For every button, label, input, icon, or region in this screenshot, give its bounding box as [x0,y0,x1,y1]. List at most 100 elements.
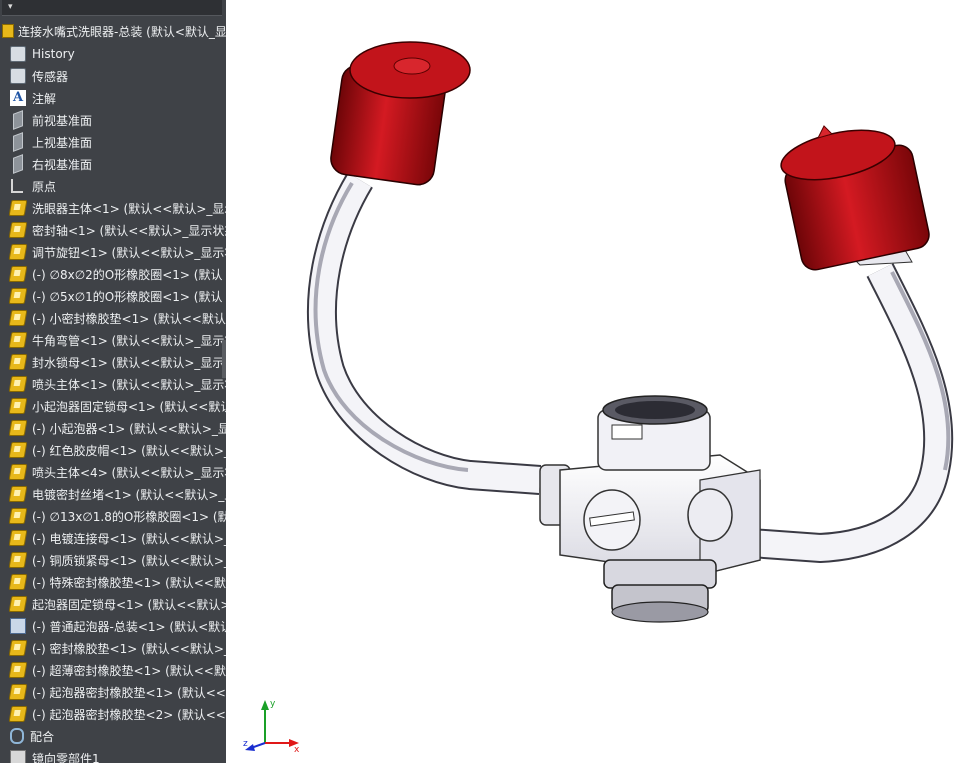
mirror-icon [10,750,26,763]
tree-item[interactable]: (-) 红色胶皮帽<1> (默认<<默认>_ [0,439,226,461]
part-icon [8,706,28,722]
tree-item[interactable]: 镜向零部件1 [0,747,226,763]
tree-item-label: (-) 密封橡胶垫<1> (默认<<默认>_ [32,641,226,656]
part-icon [8,420,28,436]
tree-item[interactable]: 原点 [0,175,226,197]
tree-item-label: 喷头主体<1> (默认<<默认>_显示状 [32,377,226,392]
tree-item[interactable]: (-) 电镀连接母<1> (默认<<默认>_ [0,527,226,549]
part-icon [8,288,28,304]
part-icon [8,266,28,282]
tree-item-label: 原点 [32,179,57,194]
tree-item-label: (-) 红色胶皮帽<1> (默认<<默认>_ [32,443,226,458]
coordinate-triad: y x z [243,699,300,753]
origin-icon [11,179,23,193]
tree-item[interactable]: 喷头主体<4> (默认<<默认>_显示状 [0,461,226,483]
tree-item-label: (-) 小起泡器<1> (默认<<默认>_显 [32,421,226,436]
tree-item[interactable]: (-) 小起泡器<1> (默认<<默认>_显 [0,417,226,439]
part-icon [8,574,28,590]
tree-item[interactable]: 前视基准面 [0,109,226,131]
tree-item[interactable]: 右视基准面 [0,153,226,175]
tree-item[interactable]: History [0,43,226,65]
tree-root-assembly[interactable]: 连接水嘴式洗眼器-总装 (默认<默认_显示 [0,20,226,42]
part-icon [8,530,28,546]
tree-item[interactable]: (-) 特殊密封橡胶垫<1> (默认<<默 [0,571,226,593]
tree-item-label: (-) ∅13x∅1.8的O形橡胶圈<1> (默 [32,509,226,524]
right-red-cap [780,125,930,271]
part-icon [8,508,28,524]
tree-item[interactable]: 牛角弯管<1> (默认<<默认>_显示状 [0,329,226,351]
tree-item[interactable]: 调节旋钮<1> (默认<<默认>_显示状 [0,241,226,263]
plane-icon [13,132,23,152]
tree-item[interactable]: (-) 铜质锁紧母<1> (默认<<默认>_ [0,549,226,571]
valve-body [539,395,761,623]
part-icon [8,354,28,370]
tree-item[interactable]: (-) ∅8x∅2的O形橡胶圈<1> (默认 [0,263,226,285]
part-icon [8,376,28,392]
left-red-cap [330,41,471,186]
tree-item[interactable]: 密封轴<1> (默认<<默认>_显示状态 [0,219,226,241]
tree-item[interactable]: (-) 超薄密封橡胶垫<1> (默认<<默 [0,659,226,681]
tree-item[interactable]: (-) 起泡器密封橡胶垫<2> (默认<<默 [0,703,226,725]
tree-item[interactable]: (-) 普通起泡器-总装<1> (默认<默认 [0,615,226,637]
tree-item-label: 小起泡器固定锁母<1> (默认<<默认 [32,399,226,414]
part-icon [8,310,28,326]
triad-y-label: y [270,699,276,709]
model-3d-render [306,41,954,623]
part-icon [8,222,28,238]
tree-item[interactable]: 小起泡器固定锁母<1> (默认<<默认 [0,395,226,417]
part-icon [8,486,28,502]
tree-item[interactable]: 上视基准面 [0,131,226,153]
tree-item[interactable]: (-) 起泡器密封橡胶垫<1> (默认<<默 [0,681,226,703]
history-icon [10,46,26,62]
tree-item-label: 配合 [30,729,55,744]
tree-item-label: 密封轴<1> (默认<<默认>_显示状态 [32,223,226,238]
tree-item[interactable]: (-) ∅13x∅1.8的O形橡胶圈<1> (默 [0,505,226,527]
tree-item[interactable]: 起泡器固定锁母<1> (默认<<默认>_ [0,593,226,615]
tree-item[interactable]: 洗眼器主体<1> (默认<<默认>_显示 [0,197,226,219]
tree-item[interactable]: 传感器 [0,65,226,87]
part-icon [8,464,28,480]
part-icon [8,640,28,656]
tree-item-label: (-) 起泡器密封橡胶垫<2> (默认<<默 [32,707,226,722]
tree-item[interactable]: (-) ∅5x∅1的O形橡胶圈<1> (默认 [0,285,226,307]
assembly-icon [2,24,14,38]
triad-x-label: x [294,745,300,753]
graphics-viewport[interactable] [226,0,961,763]
tree-item[interactable]: (-) 密封橡胶垫<1> (默认<<默认>_ [0,637,226,659]
tree-item-label: 喷头主体<4> (默认<<默认>_显示状 [32,465,226,480]
tree-item-label: (-) 特殊密封橡胶垫<1> (默认<<默 [32,575,226,590]
tree-item[interactable]: 封水锁母<1> (默认<<默认>_显示状 [0,351,226,373]
tree-item-label: (-) 起泡器密封橡胶垫<1> (默认<<默 [32,685,226,700]
mates-icon [10,728,24,744]
part-icon [8,442,28,458]
part-icon [8,244,28,260]
tree-item[interactable]: (-) 小密封橡胶垫<1> (默认<<默认 [0,307,226,329]
tree-item-label: 洗眼器主体<1> (默认<<默认>_显示 [32,201,226,216]
left-pipe [306,172,542,495]
part-icon [8,398,28,414]
tree-item[interactable]: 电镀密封丝堵<1> (默认<<默认>_显 [0,483,226,505]
tree-item-label: 起泡器固定锁母<1> (默认<<默认>_ [32,597,226,612]
part-icon [8,200,28,216]
feature-manager-tree: ▾ 连接水嘴式洗眼器-总装 (默认<默认_显示 History 传感器 A 注解前视基… [0,0,226,763]
tree-item-label: (-) 普通起泡器-总装<1> (默认<默认 [32,619,226,634]
part-icon [8,552,28,568]
part-icon [8,596,28,612]
tree-item-label: 前视基准面 [32,113,93,128]
tree-item[interactable]: A 注解 [0,87,226,109]
tree-item-label: 镜向零部件1 [32,751,100,764]
assembly-icon [10,618,26,634]
tree-item[interactable]: 喷头主体<1> (默认<<默认>_显示状 [0,373,226,395]
tree-item-label: 传感器 [32,69,69,84]
tree-item-label: (-) ∅5x∅1的O形橡胶圈<1> (默认 [32,289,223,304]
tree-item[interactable]: 配合 [0,725,226,747]
tree-item-label: (-) 电镀连接母<1> (默认<<默认>_ [32,531,226,546]
tree-item-label: 上视基准面 [32,135,93,150]
tree-filter-bar[interactable]: ▾ [2,0,222,16]
tree-item-label: 右视基准面 [32,157,93,172]
chevron-down-icon[interactable]: ▾ [8,2,13,12]
tree-item-label: 封水锁母<1> (默认<<默认>_显示状 [32,355,226,370]
tree-item-label: 注解 [32,91,57,106]
tree-item-label: 调节旋钮<1> (默认<<默认>_显示状 [32,245,226,260]
tree-item-label: (-) ∅8x∅2的O形橡胶圈<1> (默认 [32,267,223,282]
